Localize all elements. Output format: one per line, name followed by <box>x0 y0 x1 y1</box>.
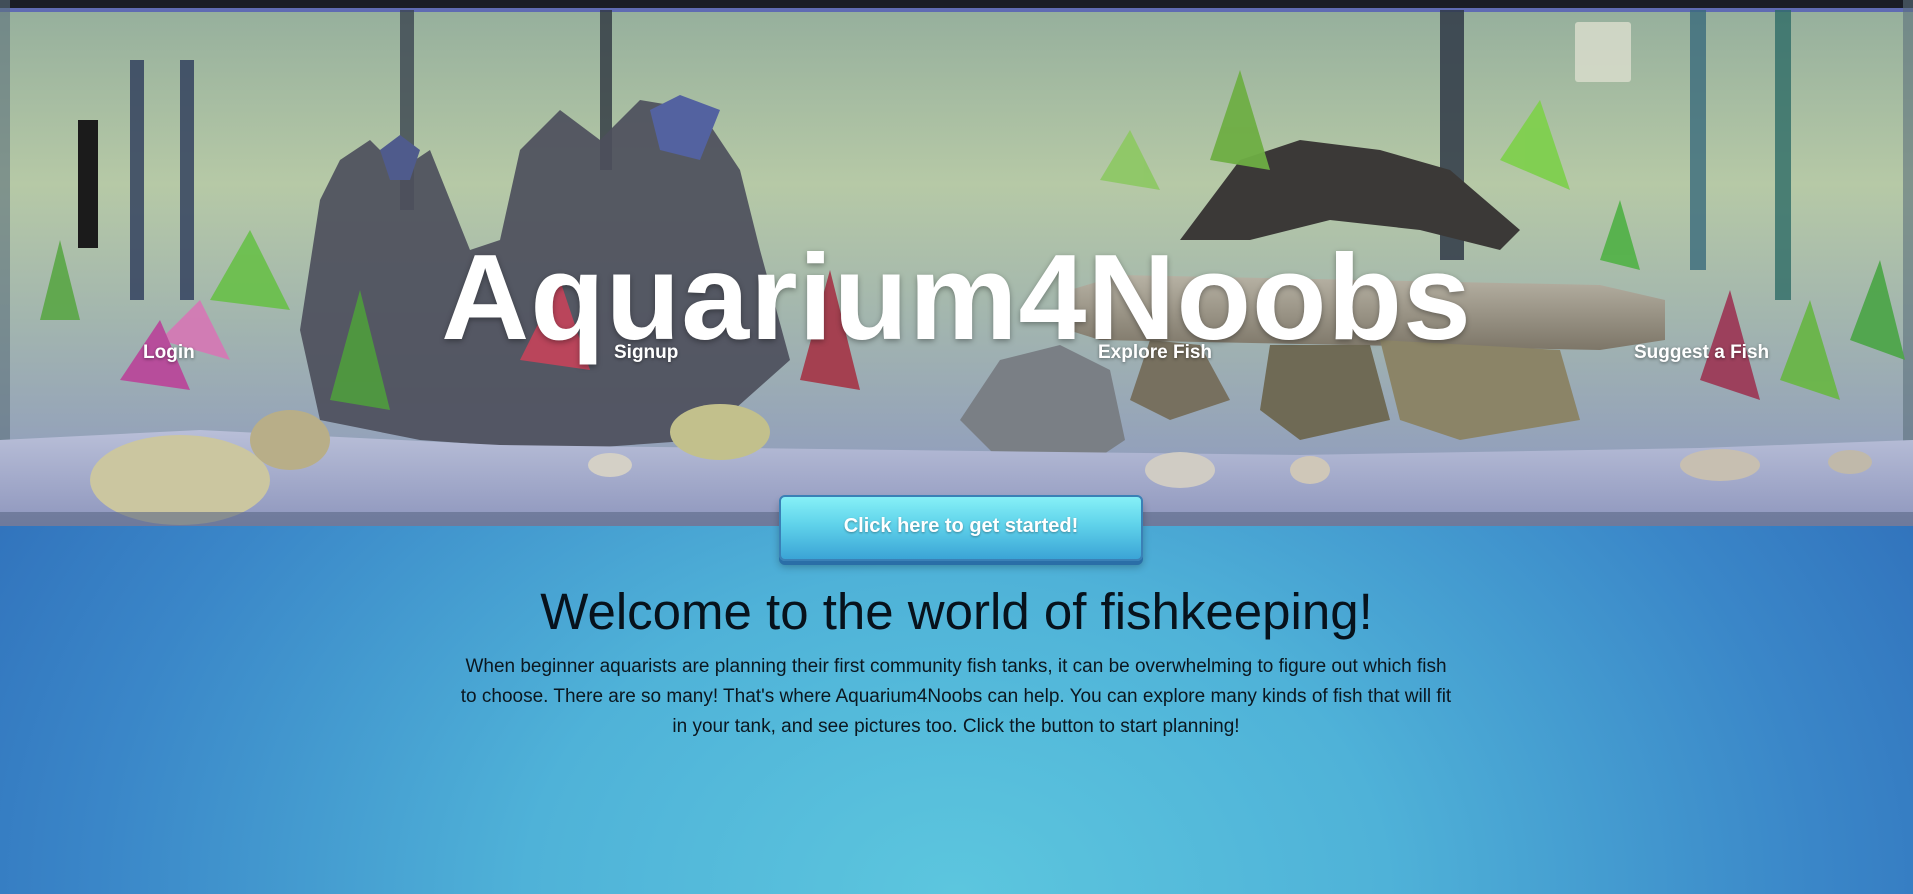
get-started-button[interactable]: Click here to get started! <box>779 495 1143 561</box>
intro-paragraph: When beginner aquarists are planning the… <box>460 656 1452 737</box>
nav-link-signup[interactable]: Signup <box>614 342 678 364</box>
nav-link-explore-fish[interactable]: Explore Fish <box>1098 342 1212 364</box>
site-title: Aquarium4Noobs <box>441 228 1472 365</box>
hero-banner: Aquarium4Noobs Login Signup Explore Fish… <box>0 0 1913 526</box>
welcome-heading: Welcome to the world of fishkeeping! <box>540 583 1373 640</box>
nav-link-login[interactable]: Login <box>143 342 195 364</box>
nav-link-suggest-a-fish[interactable]: Suggest a Fish <box>1634 342 1769 364</box>
